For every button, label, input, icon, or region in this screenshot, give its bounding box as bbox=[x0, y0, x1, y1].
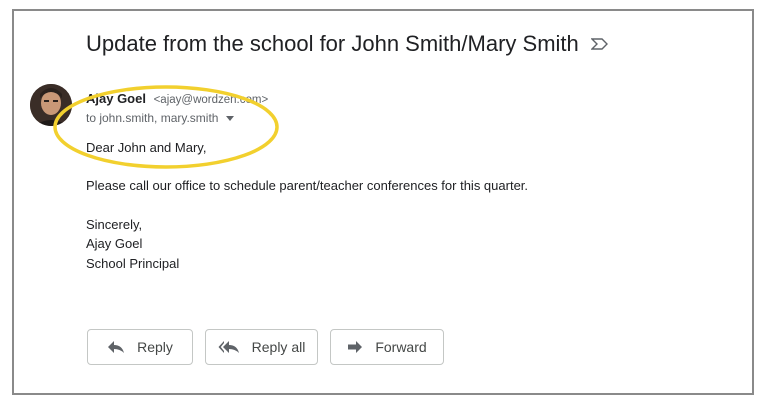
forward-icon bbox=[348, 341, 363, 353]
subject-text: Update from the school for John Smith/Ma… bbox=[86, 31, 579, 56]
email-subject: Update from the school for John Smith/Ma… bbox=[86, 31, 609, 57]
reply-all-icon bbox=[218, 341, 239, 353]
reply-all-button[interactable]: Reply all bbox=[205, 329, 318, 365]
label-icon[interactable] bbox=[590, 38, 609, 50]
reply-all-label: Reply all bbox=[251, 339, 306, 355]
signoff-text: Sincerely, bbox=[86, 217, 143, 232]
greeting-text: Dear John and Mary, bbox=[86, 140, 207, 155]
reply-icon bbox=[108, 341, 125, 353]
recipients-text: to john.smith, mary.smith bbox=[86, 111, 219, 125]
reply-label: Reply bbox=[137, 339, 173, 355]
sender-email: <ajay@wordzen.com> bbox=[153, 94, 269, 106]
reply-button[interactable]: Reply bbox=[87, 329, 193, 365]
forward-button[interactable]: Forward bbox=[330, 329, 444, 365]
sender-name[interactable]: Ajay Goel bbox=[86, 91, 146, 106]
signature-title: School Principal bbox=[86, 256, 180, 271]
recipients-line[interactable]: to john.smith, mary.smith bbox=[86, 111, 235, 125]
forward-label: Forward bbox=[375, 339, 427, 355]
sender-line: Ajay Goel <ajay@wordzen.com> bbox=[86, 91, 268, 106]
signature-name: Ajay Goel bbox=[86, 236, 143, 251]
avatar[interactable] bbox=[30, 84, 72, 126]
chevron-down-icon[interactable] bbox=[226, 115, 235, 121]
message-text: Please call our office to schedule paren… bbox=[86, 178, 529, 193]
